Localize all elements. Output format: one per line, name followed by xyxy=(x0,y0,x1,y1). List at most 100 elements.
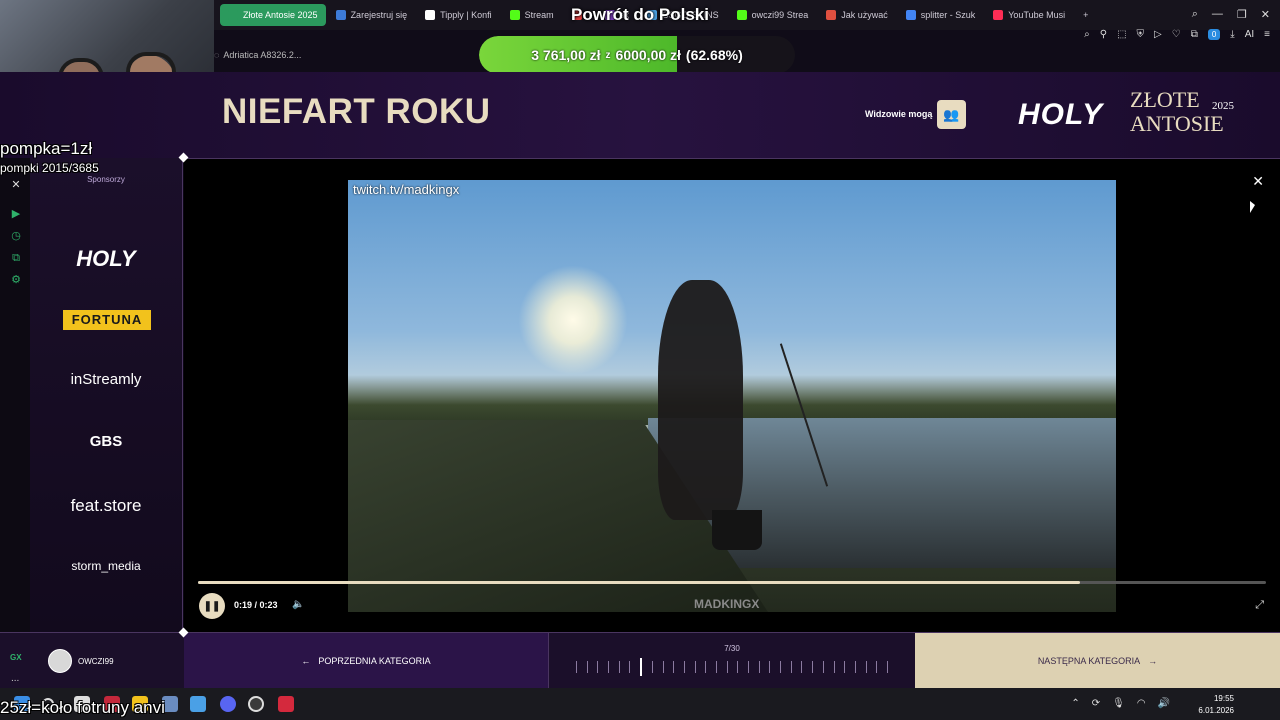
username: OWCZI99 xyxy=(78,656,114,666)
pause-button[interactable]: ❚❚ xyxy=(199,593,225,619)
pager-tick[interactable] xyxy=(769,661,771,673)
pager-tick[interactable] xyxy=(629,661,631,673)
pager-tick[interactable] xyxy=(886,661,888,673)
pager-tick[interactable] xyxy=(576,661,577,673)
search-icon[interactable]: ⌕ xyxy=(1192,8,1198,21)
pin-icon[interactable]: ⚲ xyxy=(1100,29,1107,40)
sponsor-gbs[interactable]: GBS xyxy=(30,433,182,450)
browser-tab[interactable]: owczi99 Strea xyxy=(729,4,817,26)
pager-tick[interactable] xyxy=(844,661,846,673)
settings-icon[interactable]: ⚙ xyxy=(10,274,22,286)
more-icon[interactable]: ... xyxy=(11,673,19,684)
browser-tab[interactable]: Tipply | Konfi xyxy=(417,4,500,26)
previous-category-button[interactable]: ← POPRZEDNIA KATEGORIA xyxy=(184,633,549,689)
tab-favicon-icon xyxy=(826,10,837,20)
pager-tick[interactable] xyxy=(737,661,739,673)
chevron-up-icon[interactable]: ⌃ xyxy=(1071,698,1079,709)
new-tab-button[interactable]: + xyxy=(1075,4,1096,26)
pager-tick[interactable] xyxy=(780,661,782,673)
extensions-icon[interactable]: ⧉ xyxy=(1191,29,1198,40)
pager-tick[interactable] xyxy=(651,661,653,673)
ai-button[interactable]: AI xyxy=(1245,29,1254,40)
pager-tick[interactable] xyxy=(683,661,685,673)
clock[interactable]: 19:55 6.01.2026 xyxy=(1198,693,1234,717)
user-profile[interactable]: OWCZI99 xyxy=(48,649,114,673)
download-icon[interactable]: ⤓ xyxy=(1230,29,1234,40)
pager-tick[interactable] xyxy=(790,661,792,673)
wifi-icon[interactable]: ◠ xyxy=(1137,698,1146,709)
pager-tick[interactable] xyxy=(758,661,760,673)
history-icon[interactable]: ◷ xyxy=(10,230,22,242)
video-progress-fill xyxy=(198,581,1081,584)
notepad-icon[interactable] xyxy=(190,696,206,712)
site-info[interactable]: ◌ Adriatica A8326.2... xyxy=(214,50,301,60)
browser-tab[interactable]: Zarejestruj się xyxy=(328,4,416,26)
pager-tick[interactable] xyxy=(822,661,824,673)
tab-label: owczi99 Strea xyxy=(751,10,809,20)
next-category-button[interactable]: NASTĘPNA KATEGORIA → xyxy=(915,633,1280,689)
pager-tick[interactable] xyxy=(662,661,664,673)
browser-tab[interactable]: Jak używać xyxy=(818,4,896,26)
browser-tab[interactable]: Złote Antosie 2025 xyxy=(220,4,326,26)
viewers-button[interactable]: 👥 xyxy=(937,100,966,129)
pager-tick[interactable] xyxy=(726,661,728,673)
sponsor-storm-media[interactable]: storm_media xyxy=(30,559,182,573)
pager-tick[interactable] xyxy=(865,661,867,673)
pager-tick[interactable] xyxy=(812,661,814,673)
pager-tick-current[interactable] xyxy=(640,658,643,676)
vpn-badge[interactable]: 0 xyxy=(1207,29,1221,40)
pager-tick[interactable] xyxy=(705,661,707,673)
video-frame[interactable]: twitch.tv/madkingx MADKINGX xyxy=(348,180,1116,612)
pager-tick[interactable] xyxy=(854,661,856,673)
play-icon[interactable]: ▷ xyxy=(1154,29,1162,40)
pager-tick[interactable] xyxy=(673,661,675,673)
video-progress-bar[interactable] xyxy=(198,581,1266,584)
fullscreen-icon[interactable]: ⤢ xyxy=(1255,599,1264,612)
volume-icon[interactable]: 🔈 xyxy=(292,599,304,610)
pager-tick[interactable] xyxy=(608,661,610,673)
minimize-button[interactable]: — xyxy=(1212,8,1223,21)
sponsor-holy[interactable]: HOLY xyxy=(30,246,182,272)
close-window-button[interactable]: ✕ xyxy=(1261,8,1270,21)
zoom-icon[interactable]: ⌕ xyxy=(1084,29,1090,40)
event-logo-line2: ANTOSIE xyxy=(1130,111,1224,136)
close-icon[interactable]: ✕ xyxy=(1252,173,1264,190)
tab-favicon-icon xyxy=(509,10,520,20)
pager-tick[interactable] xyxy=(833,661,835,673)
pager-tick[interactable] xyxy=(597,661,599,673)
pager-tick[interactable] xyxy=(801,661,803,673)
pager-tick[interactable] xyxy=(694,661,696,673)
pager-tick[interactable] xyxy=(876,661,878,673)
event-logo: ZŁOTE ANTOSIE xyxy=(1130,88,1224,136)
heart-icon[interactable]: ♡ xyxy=(1172,29,1181,40)
snapshot-icon[interactable]: ⬚ xyxy=(1117,29,1126,40)
mic-icon[interactable]: 🎙 xyxy=(1112,698,1125,709)
speaker-icon[interactable]: 🔊 xyxy=(1158,698,1170,709)
pager-tick[interactable] xyxy=(618,661,620,673)
gx-icon[interactable]: GX xyxy=(10,653,22,662)
extensions-sidebar-icon[interactable]: ⧉ xyxy=(10,252,22,264)
pager-ticks[interactable] xyxy=(576,658,888,676)
pager-tick[interactable] xyxy=(748,661,749,673)
restore-button[interactable]: ❐ xyxy=(1237,8,1247,21)
shield-icon[interactable]: ⛨ xyxy=(1137,29,1145,40)
sponsor-feat-store[interactable]: feat.store xyxy=(30,496,182,516)
tab-favicon-icon xyxy=(993,10,1004,20)
sponsor-instreamly[interactable]: inStreamly xyxy=(30,371,182,388)
globe-icon: ◌ xyxy=(214,50,220,60)
obs-icon[interactable] xyxy=(248,696,264,712)
pager-tick[interactable] xyxy=(586,661,588,673)
browser-tab[interactable]: splitter - Szuk xyxy=(898,4,984,26)
player-icon[interactable]: ▶ xyxy=(10,208,22,220)
sync-icon[interactable]: ⟳ xyxy=(1092,698,1100,709)
discord-icon[interactable] xyxy=(220,696,236,712)
sponsor-fortuna[interactable]: FORTUNA xyxy=(63,310,151,330)
browser-sidebar: ✕ ▶ ◷ ⧉ ⚙ xyxy=(0,158,30,688)
browser-tab[interactable]: YouTube Musi xyxy=(985,4,1073,26)
app-red-icon[interactable] xyxy=(278,696,294,712)
category-title: NIEFART ROKU xyxy=(222,92,491,131)
menu-icon[interactable]: ≡ xyxy=(1264,29,1270,40)
tab-label: YouTube Musi xyxy=(1008,10,1066,20)
twitter-icon[interactable]: ✕ xyxy=(10,179,22,191)
pager-tick[interactable] xyxy=(715,661,717,673)
